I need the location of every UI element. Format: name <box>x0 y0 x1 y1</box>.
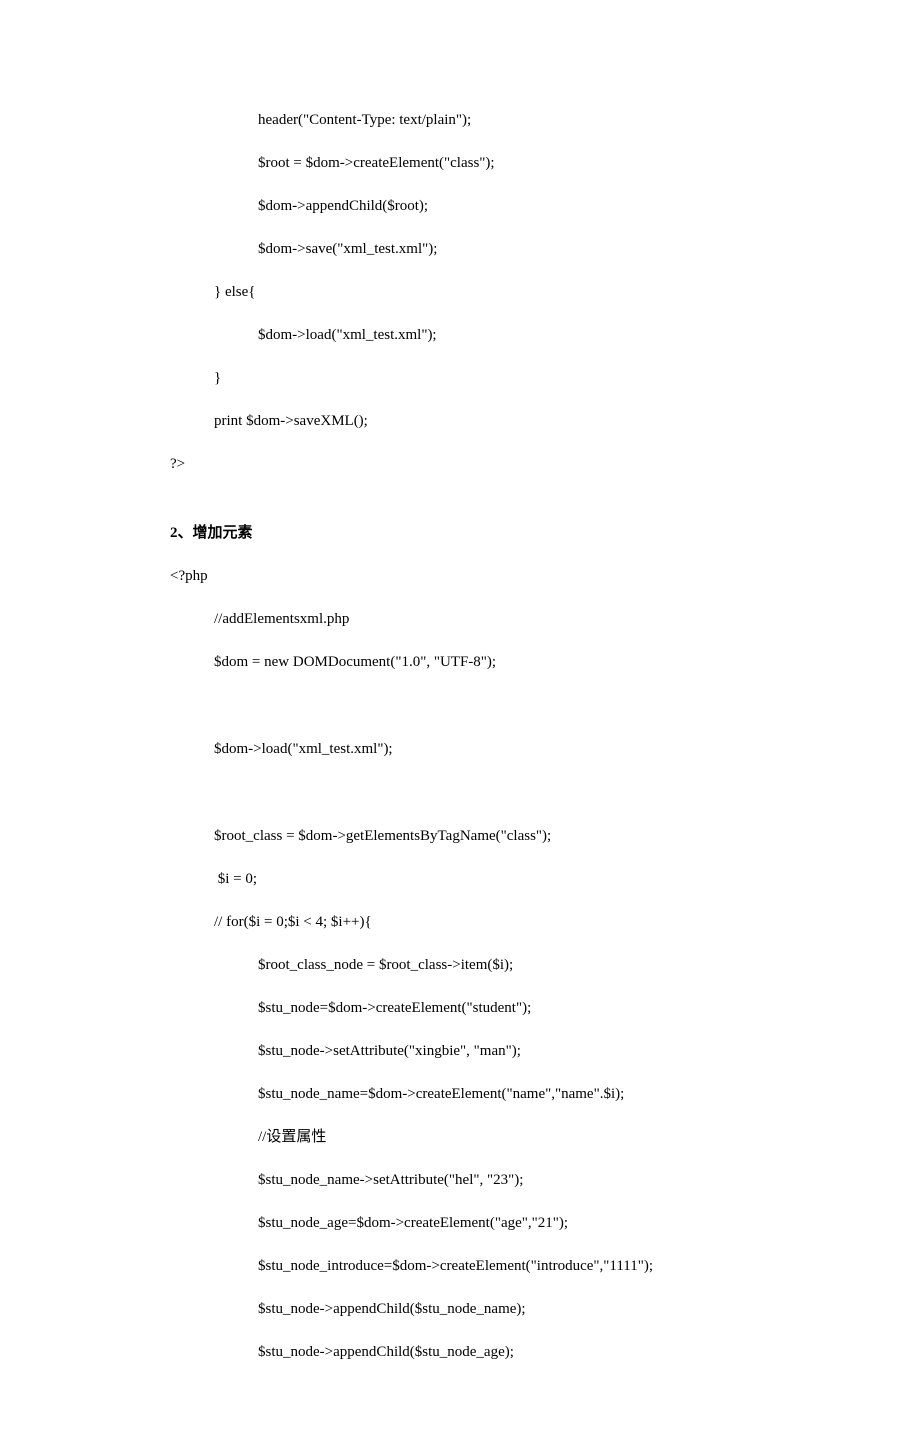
code-line: ?> <box>170 454 820 475</box>
code-line: header("Content-Type: text/plain"); <box>170 110 820 131</box>
code-line: <?php <box>170 566 820 587</box>
document-page: header("Content-Type: text/plain"); $roo… <box>0 0 920 1445</box>
code-line: // for($i = 0;$i < 4; $i++){ <box>170 912 820 933</box>
code-line: } <box>170 368 820 389</box>
code-line: $stu_node_name=$dom->createElement("name… <box>170 1084 820 1105</box>
code-line: } else{ <box>170 282 820 303</box>
blank-line <box>170 782 820 804</box>
code-line: $dom->load("xml_test.xml"); <box>170 739 820 760</box>
code-line: $dom->load("xml_test.xml"); <box>170 325 820 346</box>
code-line: print $dom->saveXML(); <box>170 411 820 432</box>
code-line: $stu_node_age=$dom->createElement("age",… <box>170 1213 820 1234</box>
code-line: $stu_node->setAttribute("xingbie", "man"… <box>170 1041 820 1062</box>
code-line: $stu_node_name->setAttribute("hel", "23"… <box>170 1170 820 1191</box>
section-heading: 2、增加元素 <box>170 523 820 544</box>
blank-line <box>170 695 820 717</box>
code-line: $i = 0; <box>170 869 820 890</box>
code-line: $stu_node->appendChild($stu_node_name); <box>170 1299 820 1320</box>
code-line: $root_class = $dom->getElementsByTagName… <box>170 826 820 847</box>
code-line: //设置属性 <box>170 1127 820 1148</box>
code-line: $root_class_node = $root_class->item($i)… <box>170 955 820 976</box>
code-line: $dom = new DOMDocument("1.0", "UTF-8"); <box>170 652 820 673</box>
code-line: $stu_node_introduce=$dom->createElement(… <box>170 1256 820 1277</box>
code-line: $stu_node=$dom->createElement("student")… <box>170 998 820 1019</box>
code-line: $dom->appendChild($root); <box>170 196 820 217</box>
code-line: $stu_node->appendChild($stu_node_age); <box>170 1342 820 1363</box>
code-line: $root = $dom->createElement("class"); <box>170 153 820 174</box>
code-line: $dom->save("xml_test.xml"); <box>170 239 820 260</box>
code-line: //addElementsxml.php <box>170 609 820 630</box>
